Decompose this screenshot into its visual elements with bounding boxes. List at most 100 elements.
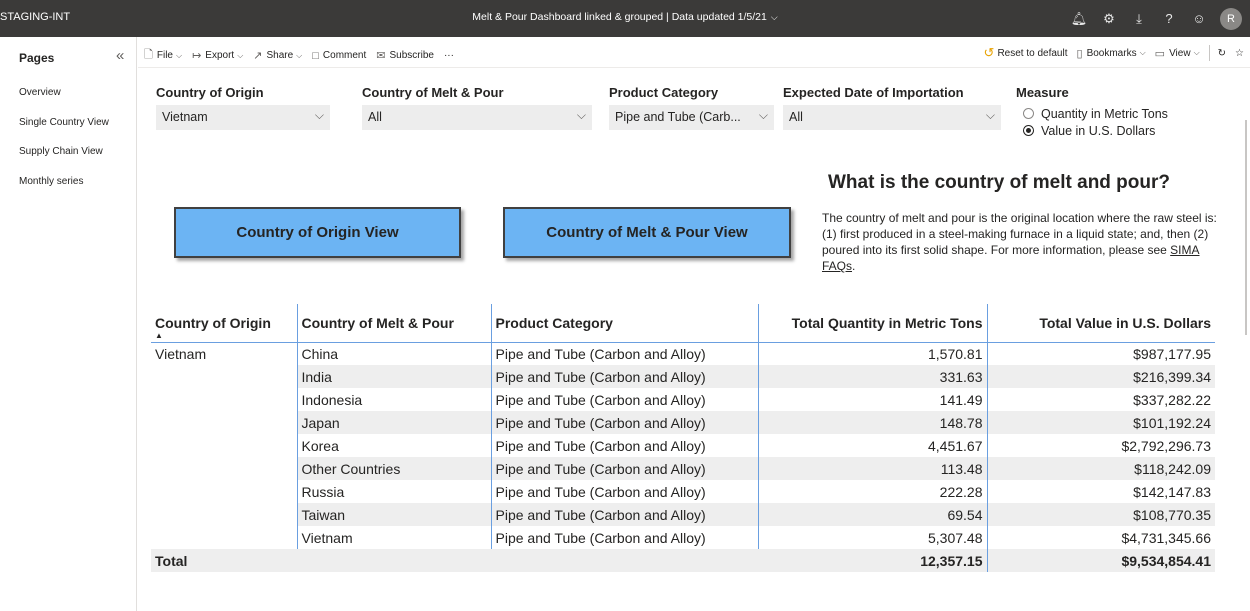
favorite-star-icon[interactable]: ☆: [1235, 48, 1244, 59]
header-label: Product Category: [495, 314, 613, 331]
subscribe-button[interactable]: ✉ Subscribe: [376, 49, 434, 62]
country-of-origin-dropdown[interactable]: Vietnam ⌵: [156, 105, 330, 130]
smiley-icon[interactable]: ☺: [1184, 11, 1214, 26]
total-empty-cell: [297, 549, 491, 572]
page-item-monthly-series[interactable]: Monthly series: [19, 176, 109, 206]
cell-country-of-origin: [151, 365, 298, 388]
table-row[interactable]: Japan Pipe and Tube (Carbon and Alloy) 1…: [151, 411, 1215, 434]
cell-country-of-origin: [151, 480, 298, 503]
table-row[interactable]: Vietnam China Pipe and Tube (Carbon and …: [151, 342, 1215, 365]
cell-total-quantity: 141.49: [758, 388, 988, 411]
table-row[interactable]: Taiwan Pipe and Tube (Carbon and Alloy) …: [151, 503, 1215, 526]
chevron-down-icon: ⌵: [576, 108, 586, 122]
cell-total-value: $337,282.22: [1133, 391, 1211, 408]
header-label: Total Value in U.S. Dollars: [1039, 314, 1211, 331]
radio-button-selected[interactable]: [1023, 125, 1034, 136]
comment-button[interactable]: □ Comment: [312, 50, 366, 62]
column-header-total-value[interactable]: Total Value in U.S. Dollars: [987, 304, 1215, 343]
country-of-origin-view-button[interactable]: Country of Origin View: [174, 207, 461, 258]
pages-pane: Pages « Overview Single Country View Sup…: [0, 37, 137, 611]
cell-country-of-melt-pour: Japan: [297, 411, 492, 434]
cell-total-quantity: 222.28: [758, 480, 988, 503]
share-menu[interactable]: ↗ Share ⌵: [253, 49, 302, 62]
table-row[interactable]: Other Countries Pipe and Tube (Carbon an…: [151, 457, 1215, 480]
column-header-country-of-origin[interactable]: Country of Origin ▲: [151, 304, 298, 343]
reset-to-default-button[interactable]: ↺ Reset to default: [984, 45, 1068, 61]
cell-product-category: Pipe and Tube (Carbon and Alloy): [491, 342, 759, 365]
table-row[interactable]: India Pipe and Tube (Carbon and Alloy) 3…: [151, 365, 1215, 388]
cell-total-quantity: 148.78: [758, 411, 988, 434]
measure-option-quantity[interactable]: Quantity in Metric Tons: [1023, 105, 1168, 122]
cell-product-category: Pipe and Tube (Carbon and Alloy): [491, 526, 759, 549]
measure-option-value[interactable]: Value in U.S. Dollars: [1023, 122, 1168, 139]
cell-country-of-origin: [151, 411, 298, 434]
header-label: Total Quantity in Metric Tons: [791, 314, 983, 331]
cell-total-value: $118,242.09: [987, 457, 1215, 480]
chevron-down-icon: ⌵: [296, 50, 303, 60]
help-icon[interactable]: ?: [1154, 11, 1184, 26]
table-row[interactable]: Russia Pipe and Tube (Carbon and Alloy) …: [151, 480, 1215, 503]
bookmarks-menu[interactable]: ▯ Bookmarks ⌵: [1077, 47, 1146, 60]
dropdown-value: Vietnam: [162, 110, 208, 124]
cell-total-value: $142,147.83: [1133, 483, 1211, 500]
page-item-single-country-view[interactable]: Single Country View: [19, 117, 109, 147]
chevron-down-icon: ⌵: [175, 50, 183, 60]
cell-total-quantity: 331.63: [758, 365, 988, 388]
avatar[interactable]: R: [1220, 7, 1242, 30]
expected-date-dropdown[interactable]: All ⌵: [783, 105, 1001, 130]
sort-ascending-icon[interactable]: ▲: [155, 331, 163, 340]
share-icon: ↗: [253, 50, 263, 62]
more-options-button[interactable]: ···: [444, 50, 454, 61]
export-menu[interactable]: ↦ Export ⌵: [192, 49, 243, 62]
cell-product-category: Pipe and Tube (Carbon and Alloy): [491, 503, 759, 526]
chevron-down-icon[interactable]: ⌵: [771, 12, 778, 23]
bell-icon[interactable]: 🔔︎: [1064, 11, 1094, 27]
file-label: File: [156, 50, 173, 61]
collapse-pane-icon[interactable]: «: [116, 47, 124, 64]
slicer-label: Country of Melt & Pour: [362, 85, 504, 100]
info-title: What is the country of melt and pour?: [828, 172, 1170, 193]
gear-icon[interactable]: ⚙: [1094, 11, 1124, 27]
slicer-label: Expected Date of Importation: [783, 85, 964, 100]
reset-icon: ↺: [983, 45, 995, 60]
table-total-row: Total 12,357.15 $9,534,854.41: [151, 549, 1215, 572]
country-of-melt-pour-dropdown[interactable]: All ⌵: [362, 105, 592, 130]
total-label: Total: [151, 549, 297, 572]
country-of-melt-pour-view-button[interactable]: Country of Melt & Pour View: [503, 207, 791, 258]
download-icon[interactable]: ⤓: [1124, 11, 1154, 27]
action-bar: 🗋︎ File ⌵ ↦ Export ⌵ ↗ Share ⌵ □ Comment ✉ Subsc…: [138, 37, 1250, 68]
info-text: The country of melt and pour is the orig…: [822, 210, 1222, 274]
product-category-dropdown[interactable]: Pipe and Tube (Carb... ⌵: [609, 105, 774, 130]
expected-date-slicer: Expected Date of Importation All ⌵: [783, 85, 1001, 130]
cell-country-of-origin: [151, 503, 298, 526]
page-scrollbar[interactable]: [1245, 120, 1247, 335]
cell-product-category: Pipe and Tube (Carbon and Alloy): [491, 480, 759, 503]
table-row[interactable]: Vietnam Pipe and Tube (Carbon and Alloy)…: [151, 526, 1215, 549]
page-item-overview[interactable]: Overview: [19, 87, 109, 117]
view-label: View: [1169, 47, 1191, 59]
cell-total-quantity: 69.54: [758, 503, 988, 526]
file-menu[interactable]: 🗋︎ File ⌵: [144, 46, 182, 65]
table-row[interactable]: Korea Pipe and Tube (Carbon and Alloy) 4…: [151, 434, 1215, 457]
table-row[interactable]: Indonesia Pipe and Tube (Carbon and Allo…: [151, 388, 1215, 411]
cell-total-quantity: 113.48: [758, 457, 988, 480]
radio-button[interactable]: [1023, 108, 1034, 119]
column-header-product-category[interactable]: Product Category: [491, 304, 759, 343]
column-header-total-quantity[interactable]: Total Quantity in Metric Tons: [758, 304, 988, 343]
report-title[interactable]: Melt & Pour Dashboard linked & grouped |…: [0, 11, 1250, 23]
total-value: $9,534,854.41: [987, 549, 1215, 572]
cell-product-category: Pipe and Tube (Carbon and Alloy): [491, 457, 759, 480]
view-menu[interactable]: ▭ View ⌵: [1155, 47, 1200, 60]
cell-total-quantity: 1,570.81: [758, 342, 988, 365]
bookmark-icon: ▯: [1076, 47, 1083, 60]
cell-country-of-melt-pour: Indonesia: [297, 388, 492, 411]
dropdown-value: Pipe and Tube (Carb...: [615, 110, 741, 124]
refresh-icon[interactable]: ↻: [1218, 48, 1226, 59]
cell-country-of-melt-pour: Russia: [297, 480, 492, 503]
page-item-supply-chain-view[interactable]: Supply Chain View: [19, 146, 109, 176]
option-label: Quantity in Metric Tons: [1041, 106, 1168, 121]
cell-country-of-melt-pour: China: [297, 342, 492, 365]
column-header-country-of-melt-pour[interactable]: Country of Melt & Pour: [297, 304, 492, 343]
dropdown-value: All: [368, 110, 382, 124]
total-empty-cell: [491, 549, 758, 572]
